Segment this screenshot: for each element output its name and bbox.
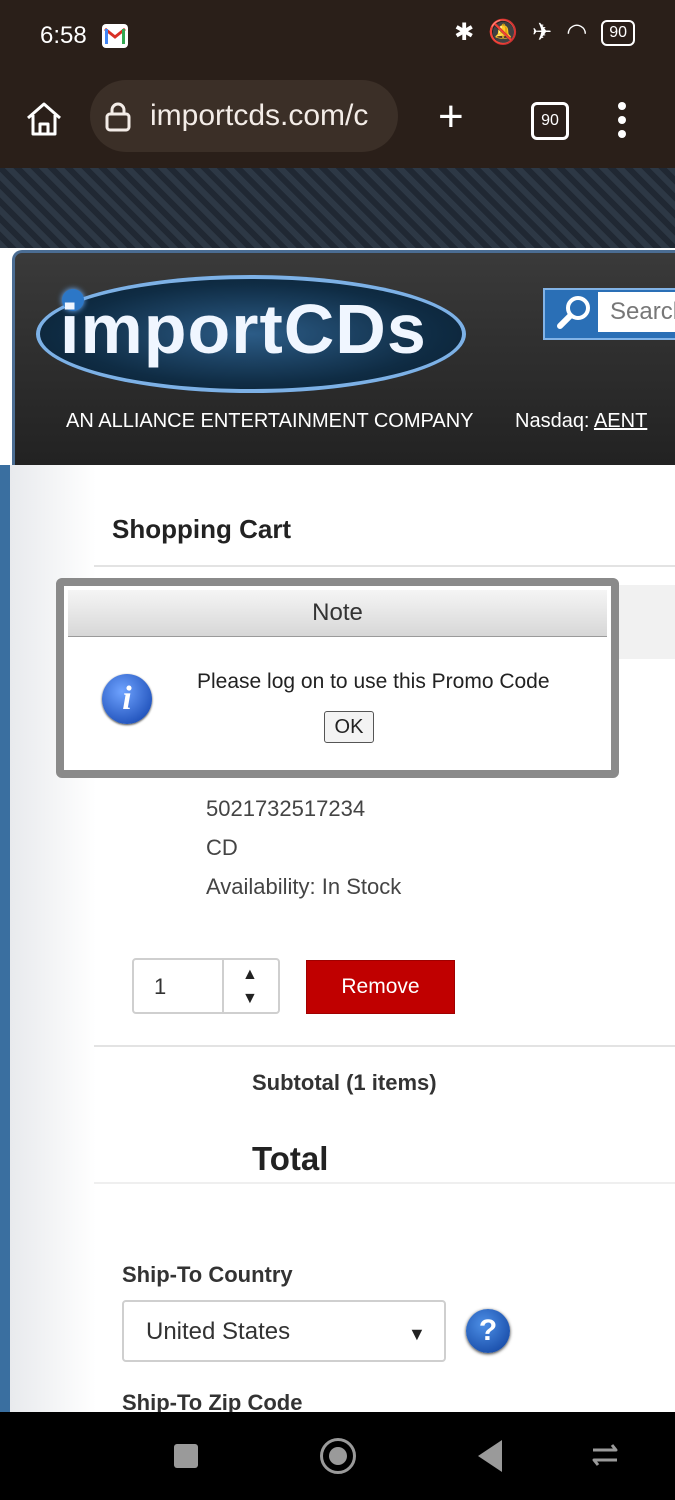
site-logo[interactable]: importCDs (36, 275, 466, 393)
search-input[interactable]: Search (598, 292, 675, 332)
nasdaq-label: Nasdaq: (515, 410, 590, 432)
item-availability: Availability: In Stock (206, 874, 402, 899)
item-upc: 5021732517234 (206, 796, 366, 821)
status-icons: ✱ 🔕 ✈ ◠ 90 (454, 18, 635, 47)
info-icon: i (102, 674, 152, 724)
header-background (0, 168, 675, 248)
browser-toolbar: importcds.com/c + 90 (0, 72, 675, 168)
chevron-down-icon: ▼ (408, 1324, 426, 1344)
country-value: United States (146, 1318, 291, 1345)
status-bar: 6:58 ✱ 🔕 ✈ ◠ 90 (0, 0, 675, 72)
tab-switcher-button[interactable]: 90 (531, 102, 569, 140)
dialog-message: Please log on to use this Promo Code (197, 670, 550, 693)
subtotal-label: Subtotal (1 items) (252, 1070, 437, 1095)
mute-icon: 🔕 (488, 19, 519, 46)
item-format: CD (206, 835, 238, 860)
ok-button[interactable]: OK (324, 711, 374, 743)
gmail-icon (102, 24, 128, 48)
address-bar[interactable]: importcds.com/c (90, 80, 398, 152)
divider (94, 1045, 675, 1047)
stepper-divider (222, 960, 224, 1014)
divider (94, 1182, 675, 1184)
remove-button[interactable]: Remove (306, 960, 455, 1014)
quantity-stepper[interactable]: 1 ▲ ▼ (132, 958, 280, 1014)
overflow-menu-icon[interactable] (608, 98, 636, 142)
nasdaq-info: Nasdaq: AENT (515, 410, 647, 433)
rotate-icon[interactable] (588, 1440, 622, 1470)
recents-icon[interactable] (174, 1444, 198, 1468)
back-icon[interactable] (478, 1440, 502, 1472)
airplane-icon: ✈ (532, 19, 553, 46)
url-text: importcds.com/c (150, 99, 369, 132)
home-icon[interactable] (22, 96, 66, 140)
wifi-icon: ◠ (566, 19, 588, 46)
search-icon[interactable] (552, 292, 596, 332)
increment-icon[interactable]: ▲ (242, 966, 258, 984)
ship-to-country-label: Ship-To Country (122, 1262, 293, 1287)
decrement-icon[interactable]: ▼ (242, 990, 258, 1008)
home-nav-icon[interactable] (320, 1438, 356, 1474)
bluetooth-icon: ✱ (454, 19, 475, 46)
quantity-value[interactable]: 1 (154, 974, 166, 1000)
nasdaq-ticker-link[interactable]: AENT (594, 410, 647, 432)
status-time: 6:58 (40, 22, 87, 49)
new-tab-icon[interactable]: + (438, 92, 464, 142)
dialog-title: Note (68, 590, 607, 637)
company-tagline: AN ALLIANCE ENTERTAINMENT COMPANY (66, 410, 474, 432)
page-title: Shopping Cart (112, 514, 292, 544)
logo-text: importCDs (60, 290, 427, 368)
battery-icon: 90 (601, 19, 635, 46)
divider (94, 565, 675, 567)
total-label: Total (252, 1140, 329, 1177)
note-dialog: Note i Please log on to use this Promo C… (56, 578, 619, 778)
help-icon[interactable]: ? (466, 1309, 510, 1353)
country-select[interactable]: United States ▼ (122, 1300, 446, 1362)
lock-icon (104, 102, 132, 132)
